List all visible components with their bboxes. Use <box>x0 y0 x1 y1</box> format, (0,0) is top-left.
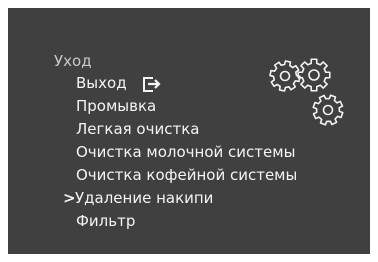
gear-right-icon <box>297 58 331 92</box>
gear-left-icon <box>269 60 301 92</box>
menu-item-label: Промывка <box>76 97 157 115</box>
menu-item-rinse[interactable]: Промывка <box>76 95 156 118</box>
display-screen: Уход Выход Промывка Легкая очистка Очист… <box>8 8 370 254</box>
selection-cursor: > <box>63 189 76 207</box>
gear-bottom-icon <box>312 94 344 126</box>
menu-item-exit[interactable]: Выход <box>76 72 161 95</box>
menu-item-label: Очистка молочной системы <box>76 143 296 161</box>
menu-item-coffee-system-cleaning[interactable]: Очистка кофейной системы <box>76 164 297 187</box>
exit-icon <box>142 76 161 92</box>
menu-item-label: Фильтр <box>76 212 136 230</box>
menu-item-label: Легкая очистка <box>76 120 200 138</box>
menu-item-label: Удаление накипи <box>75 189 214 207</box>
menu-item-filter[interactable]: Фильтр <box>76 210 135 233</box>
gears-icon <box>269 58 344 126</box>
menu-item-label: Выход <box>76 74 127 92</box>
menu-item-milk-system-cleaning[interactable]: Очистка молочной системы <box>76 141 295 164</box>
menu-item-light-cleaning[interactable]: Легкая очистка <box>76 118 199 141</box>
menu-item-label: Очистка кофейной системы <box>76 166 298 184</box>
menu-item-descaling[interactable]: Удаление накипи <box>75 187 213 210</box>
